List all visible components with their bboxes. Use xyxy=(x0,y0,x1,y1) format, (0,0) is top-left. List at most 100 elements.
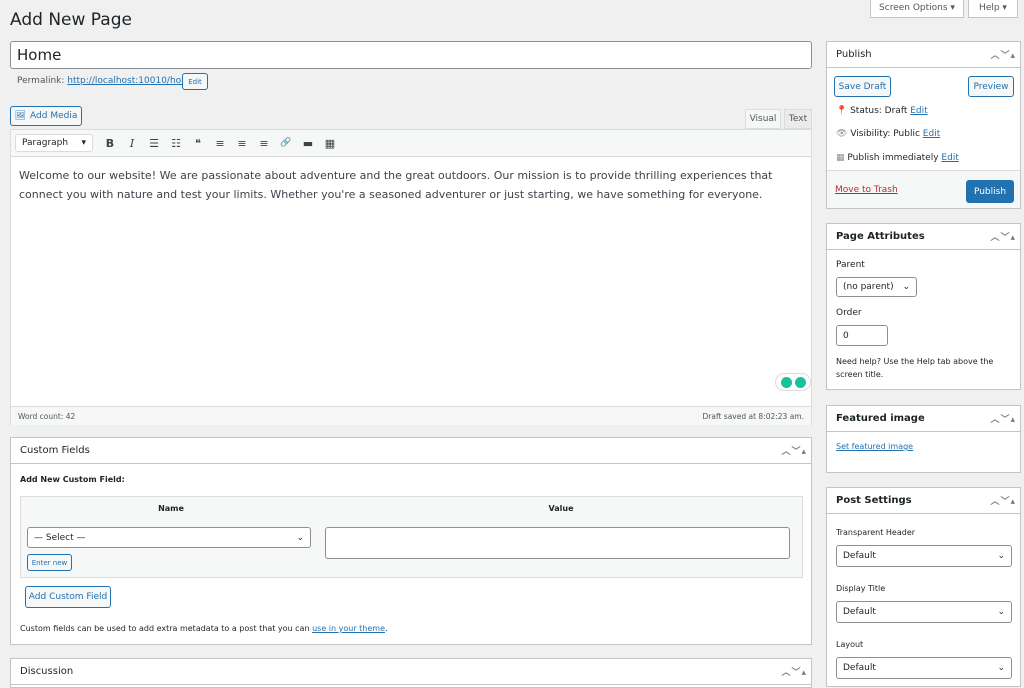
set-featured-image-link[interactable]: Set featured image xyxy=(836,442,913,451)
select-value: — Select — xyxy=(34,532,86,543)
format-value: Paragraph xyxy=(22,138,69,148)
word-count: Word count: 42 xyxy=(18,411,76,421)
editor: Paragraph ▾ B I ☰ ☷ ❝ ≡ ≡ ≡ 🔗 ▬ ▦ Welcome… xyxy=(10,129,812,425)
enter-new-button[interactable]: Enter new xyxy=(27,554,72,571)
help-text: Custom fields can be used to add extra m… xyxy=(20,624,313,633)
publish-value: immediately xyxy=(882,153,939,163)
featured-image-title: Featured image xyxy=(836,413,925,424)
editor-status-bar: Word count: 42 Draft saved at 8:02:23 am… xyxy=(11,406,811,425)
discussion-header: Discussion ︿﹀▴ xyxy=(11,659,811,685)
permalink-link[interactable]: http://localhost:10010/home/ xyxy=(67,76,198,86)
permalink-edit-button[interactable]: Edit xyxy=(182,73,208,90)
link-icon[interactable]: 🔗 xyxy=(275,138,297,148)
transparent-header-value: Default xyxy=(843,551,876,561)
status-value: Draft xyxy=(884,106,908,116)
visibility-edit-link[interactable]: Edit xyxy=(923,129,940,139)
toolbar-toggle-icon[interactable]: ▦ xyxy=(319,137,341,150)
add-custom-field-button[interactable]: Add Custom Field xyxy=(25,586,111,608)
order-input[interactable]: 0 xyxy=(836,325,888,346)
display-title-select[interactable]: Default ⌄ xyxy=(836,601,1012,623)
box-controls-icon[interactable]: ︿﹀▴ xyxy=(781,444,811,457)
status-row: 📍 Status: Draft Edit xyxy=(836,106,928,116)
draft-saved: Draft saved at 8:02:23 am. xyxy=(702,411,805,421)
pin-icon: 📍 xyxy=(836,106,848,116)
transparent-header-label: Transparent Header xyxy=(836,528,916,537)
page-attributes-help: Need help? Use the Help tab above the sc… xyxy=(836,357,994,379)
screen-options-button[interactable]: Screen Options ▾ xyxy=(870,0,964,18)
post-settings-header: Post Settings ︿﹀▴ xyxy=(827,488,1020,514)
page-title: Add New Page xyxy=(10,10,132,30)
add-new-label: Add New Custom Field: xyxy=(20,475,125,484)
read-more-icon[interactable]: ▬ xyxy=(297,137,319,150)
schedule-edit-link[interactable]: Edit xyxy=(941,153,958,163)
format-select[interactable]: Paragraph ▾ xyxy=(15,134,93,152)
post-settings-title: Post Settings xyxy=(836,495,912,506)
media-icon: 🖼 xyxy=(14,111,27,121)
calendar-icon: ▦ xyxy=(836,153,845,163)
align-right-icon[interactable]: ≡ xyxy=(253,137,275,150)
status-edit-link[interactable]: Edit xyxy=(910,106,927,116)
help-end: . xyxy=(385,624,388,633)
custom-fields-box: Custom Fields ︿﹀▴ Add New Custom Field: N… xyxy=(10,437,812,645)
align-left-icon[interactable]: ≡ xyxy=(209,137,231,150)
schedule-row: ▦ Publish immediately Edit xyxy=(836,153,959,163)
align-center-icon[interactable]: ≡ xyxy=(231,137,253,150)
eye-icon: 👁 xyxy=(836,129,848,139)
col-name: Name xyxy=(158,504,184,513)
box-controls-icon[interactable]: ︿﹀▴ xyxy=(990,230,1020,243)
publish-button[interactable]: Publish xyxy=(966,180,1014,203)
publish-actions: Move to Trash Publish xyxy=(827,170,1020,208)
title-input[interactable]: Home xyxy=(10,41,812,69)
box-controls-icon[interactable]: ︿﹀▴ xyxy=(781,665,811,678)
featured-image-box: Featured image ︿﹀▴ Set featured image xyxy=(826,405,1021,473)
permalink-label: Permalink: xyxy=(17,76,65,86)
editor-toolbar: Paragraph ▾ B I ☰ ☷ ❝ ≡ ≡ ≡ 🔗 ▬ ▦ xyxy=(11,130,811,157)
editor-content[interactable]: Welcome to our website! We are passionat… xyxy=(11,157,811,406)
use-in-theme-link[interactable]: use in your theme xyxy=(312,624,385,633)
tab-visual[interactable]: Visual xyxy=(745,109,781,129)
numbered-list-icon[interactable]: ☷ xyxy=(165,137,187,150)
display-title-value: Default xyxy=(843,607,876,617)
bullet-list-icon[interactable]: ☰ xyxy=(143,137,165,150)
post-settings-box: Post Settings ︿﹀▴ Transparent Header Defa… xyxy=(826,487,1021,687)
custom-field-name-select[interactable]: — Select — ⌄ xyxy=(27,527,311,548)
parent-select[interactable]: (no parent) ⌄ xyxy=(836,277,917,297)
grammarly-icon[interactable] xyxy=(775,373,811,391)
layout-label: Layout xyxy=(836,640,864,649)
publish-label: Publish xyxy=(847,153,883,163)
parent-value: (no parent) xyxy=(843,282,894,292)
permalink: Permalink: http://localhost:10010/home/ xyxy=(17,76,199,86)
blockquote-icon[interactable]: ❝ xyxy=(187,137,209,150)
move-to-trash-link[interactable]: Move to Trash xyxy=(835,185,898,195)
save-draft-button[interactable]: Save Draft xyxy=(834,76,891,97)
add-media-button[interactable]: 🖼 Add Media xyxy=(10,106,82,126)
custom-field-value-textarea[interactable] xyxy=(325,527,790,559)
publish-title: Publish xyxy=(836,49,872,60)
parent-label: Parent xyxy=(836,260,865,270)
help-button[interactable]: Help ▾ xyxy=(968,0,1018,18)
custom-fields-help: Custom fields can be used to add extra m… xyxy=(20,624,388,633)
bold-icon[interactable]: B xyxy=(99,137,121,150)
display-title-label: Display Title xyxy=(836,584,886,593)
box-controls-icon[interactable]: ︿﹀▴ xyxy=(990,412,1020,425)
order-label: Order xyxy=(836,308,862,318)
discussion-box: Discussion ︿﹀▴ xyxy=(10,658,812,688)
discussion-title: Discussion xyxy=(20,666,74,677)
preview-button[interactable]: Preview xyxy=(968,76,1014,97)
page-attributes-header: Page Attributes ︿﹀▴ xyxy=(827,224,1020,250)
add-media-label: Add Media xyxy=(30,111,78,121)
italic-icon[interactable]: I xyxy=(121,137,143,150)
custom-fields-title: Custom Fields xyxy=(20,445,90,456)
tab-text[interactable]: Text xyxy=(784,109,812,129)
visibility-value: Public xyxy=(893,129,920,139)
visibility-label: Visibility: xyxy=(850,129,894,139)
box-controls-icon[interactable]: ︿﹀▴ xyxy=(990,48,1020,61)
status-label: Status: xyxy=(850,106,885,116)
layout-select[interactable]: Default ⌄ xyxy=(836,657,1012,679)
transparent-header-select[interactable]: Default ⌄ xyxy=(836,545,1012,567)
custom-fields-table: Name Value — Select — ⌄ Enter new xyxy=(20,496,803,578)
col-value: Value xyxy=(548,504,574,513)
box-controls-icon[interactable]: ︿﹀▴ xyxy=(990,494,1020,507)
publish-box: Publish ︿﹀▴ Save Draft Preview 📍 Status: … xyxy=(826,41,1021,209)
publish-header: Publish ︿﹀▴ xyxy=(827,42,1020,68)
